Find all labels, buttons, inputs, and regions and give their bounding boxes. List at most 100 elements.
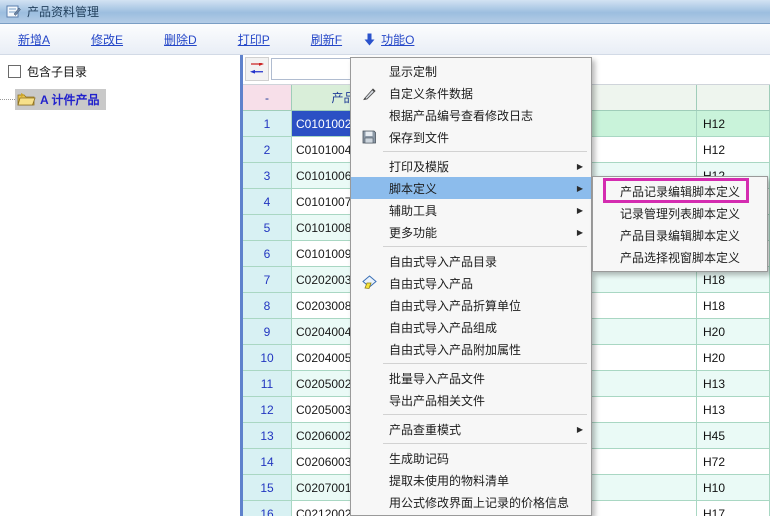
submenu-item-product-record-edit-script[interactable]: 产品记录编辑脚本定义: [593, 180, 767, 202]
menu-separator: [383, 246, 587, 247]
menu-item-label: 自由式导入产品折算单位: [389, 297, 521, 314]
menu-item-label: 提取未使用的物料清单: [389, 472, 509, 489]
menu-item-more-functions[interactable]: 更多功能 ▶: [351, 221, 591, 243]
row-index-cell[interactable]: 7: [243, 267, 292, 293]
row-index-cell[interactable]: 10: [243, 345, 292, 371]
add-button[interactable]: 新增A: [18, 31, 50, 48]
menu-item-auxiliary-tools[interactable]: 辅助工具 ▶: [351, 199, 591, 221]
function-dropdown-menu: 显示定制 自定义条件数据 根据产品编号查看修改日志 保存到文件 打印及模版 ▶ …: [350, 57, 592, 516]
submenu-item-catalog-edit-script[interactable]: 产品目录编辑脚本定义: [593, 224, 767, 246]
submenu-item-record-list-script[interactable]: 记录管理列表脚本定义: [593, 202, 767, 224]
checkbox-label: 包含子目录: [27, 63, 87, 80]
submenu-arrow-icon: ▶: [577, 425, 583, 434]
submenu-arrow-icon: ▶: [577, 184, 583, 193]
spec-cell[interactable]: H17: [697, 501, 770, 516]
row-index-cell[interactable]: 2: [243, 137, 292, 163]
menu-item-label: 打印及模版: [389, 158, 449, 175]
open-folder-icon: [17, 92, 36, 106]
spec-cell[interactable]: H13: [697, 397, 770, 423]
spec-column-header[interactable]: [697, 85, 770, 111]
spec-cell[interactable]: H45: [697, 423, 770, 449]
window-title: 产品资料管理: [27, 3, 99, 20]
row-index-cell[interactable]: 6: [243, 241, 292, 267]
row-index-cell[interactable]: 14: [243, 449, 292, 475]
row-index-cell[interactable]: 5: [243, 215, 292, 241]
menu-item-modify-price-by-formula[interactable]: 用公式修改界面上记录的价格信息: [351, 491, 591, 513]
fit-columns-icon[interactable]: [245, 57, 269, 81]
menu-separator: [383, 414, 587, 415]
spec-cell[interactable]: H18: [697, 293, 770, 319]
menu-item-label: 自由式导入产品组成: [389, 319, 497, 336]
import-product-icon: [358, 274, 380, 292]
down-arrow-icon: [364, 33, 375, 46]
menu-item-generate-mnemonic-code[interactable]: 生成助记码: [351, 447, 591, 469]
menu-item-print-and-template[interactable]: 打印及模版 ▶: [351, 155, 591, 177]
submenu-item-selection-window-script[interactable]: 产品选择视窗脚本定义: [593, 246, 767, 268]
menu-item-extract-unused-bom[interactable]: 提取未使用的物料清单: [351, 469, 591, 491]
row-index-cell[interactable]: 8: [243, 293, 292, 319]
menu-item-duplicate-check-mode[interactable]: 产品查重模式 ▶: [351, 418, 591, 440]
menu-item-label: 生成助记码: [389, 450, 449, 467]
include-subdirectories-checkbox[interactable]: 包含子目录: [8, 63, 87, 80]
row-index-cell[interactable]: 12: [243, 397, 292, 423]
spec-cell[interactable]: H10: [697, 475, 770, 501]
menu-item-display-customize[interactable]: 显示定制: [351, 60, 591, 82]
submenu-item-label: 产品记录编辑脚本定义: [620, 183, 740, 200]
menu-item-custom-condition-data[interactable]: 自定义条件数据: [351, 82, 591, 104]
row-index-cell[interactable]: 11: [243, 371, 292, 397]
submenu-arrow-icon: ▶: [577, 206, 583, 215]
function-menu-button[interactable]: 功能O: [364, 31, 414, 48]
row-index-cell[interactable]: 1: [243, 111, 292, 137]
menu-item-label: 自由式导入产品附加属性: [389, 341, 521, 358]
menu-item-label: 产品查重模式: [389, 421, 461, 438]
spec-cell[interactable]: H13: [697, 371, 770, 397]
tree-item-piecework-products[interactable]: A 计件产品: [0, 88, 106, 110]
spec-cell[interactable]: H20: [697, 345, 770, 371]
menu-item-free-import-product[interactable]: 自由式导入产品: [351, 272, 591, 294]
menu-item-view-modify-log[interactable]: 根据产品编号查看修改日志: [351, 104, 591, 126]
menu-item-save-to-file[interactable]: 保存到文件: [351, 126, 591, 148]
refresh-button[interactable]: 刷新F: [311, 31, 342, 48]
print-button[interactable]: 打印P: [238, 31, 270, 48]
menu-item-label: 显示定制: [389, 63, 437, 80]
menu-item-free-import-conversion-unit[interactable]: 自由式导入产品折算单位: [351, 294, 591, 316]
spec-cell[interactable]: H20: [697, 319, 770, 345]
row-index-cell[interactable]: 4: [243, 189, 292, 215]
toolbar: 新增A 修改E 删除D 打印P 刷新F 功能O: [0, 24, 770, 55]
delete-button[interactable]: 删除D: [164, 31, 197, 48]
corner-header[interactable]: -: [243, 85, 292, 111]
menu-item-export-related-files[interactable]: 导出产品相关文件: [351, 389, 591, 411]
menu-item-label: 脚本定义: [389, 180, 437, 197]
double-arrow-icon: [249, 63, 265, 75]
row-index-cell[interactable]: 15: [243, 475, 292, 501]
menu-separator: [383, 151, 587, 152]
menu-item-label: 根据产品编号查看修改日志: [389, 107, 533, 124]
submenu-item-label: 产品目录编辑脚本定义: [620, 227, 740, 244]
menu-item-batch-import-files[interactable]: 批量导入产品文件: [351, 367, 591, 389]
menu-item-script-definition[interactable]: 脚本定义 ▶: [351, 177, 591, 199]
row-index-cell[interactable]: 9: [243, 319, 292, 345]
checkbox-box[interactable]: [8, 65, 21, 78]
menu-item-free-import-composition[interactable]: 自由式导入产品组成: [351, 316, 591, 338]
spec-cell[interactable]: H72: [697, 449, 770, 475]
menu-item-label: 自定义条件数据: [389, 85, 473, 102]
modify-button[interactable]: 修改E: [91, 31, 123, 48]
spec-cell[interactable]: H12: [697, 137, 770, 163]
row-index-cell[interactable]: 3: [243, 163, 292, 189]
spec-cell[interactable]: H12: [697, 111, 770, 137]
row-index-cell[interactable]: 13: [243, 423, 292, 449]
window-icon: [6, 4, 21, 19]
submenu-arrow-icon: ▶: [577, 162, 583, 171]
save-icon: [358, 128, 380, 146]
row-index-cell[interactable]: 16: [243, 501, 292, 516]
title-bar: 产品资料管理: [0, 0, 770, 24]
submenu-item-label: 记录管理列表脚本定义: [620, 205, 740, 222]
tree-item-label: A 计件产品: [40, 91, 100, 108]
menu-separator: [383, 443, 587, 444]
menu-item-free-import-extra-attributes[interactable]: 自由式导入产品附加属性: [351, 338, 591, 360]
submenu-item-label: 产品选择视窗脚本定义: [620, 249, 740, 266]
menu-separator: [383, 363, 587, 364]
menu-item-label: 自由式导入产品目录: [389, 253, 497, 270]
menu-item-free-import-catalog[interactable]: 自由式导入产品目录: [351, 250, 591, 272]
category-panel: 包含子目录 A 计件产品: [0, 55, 240, 516]
